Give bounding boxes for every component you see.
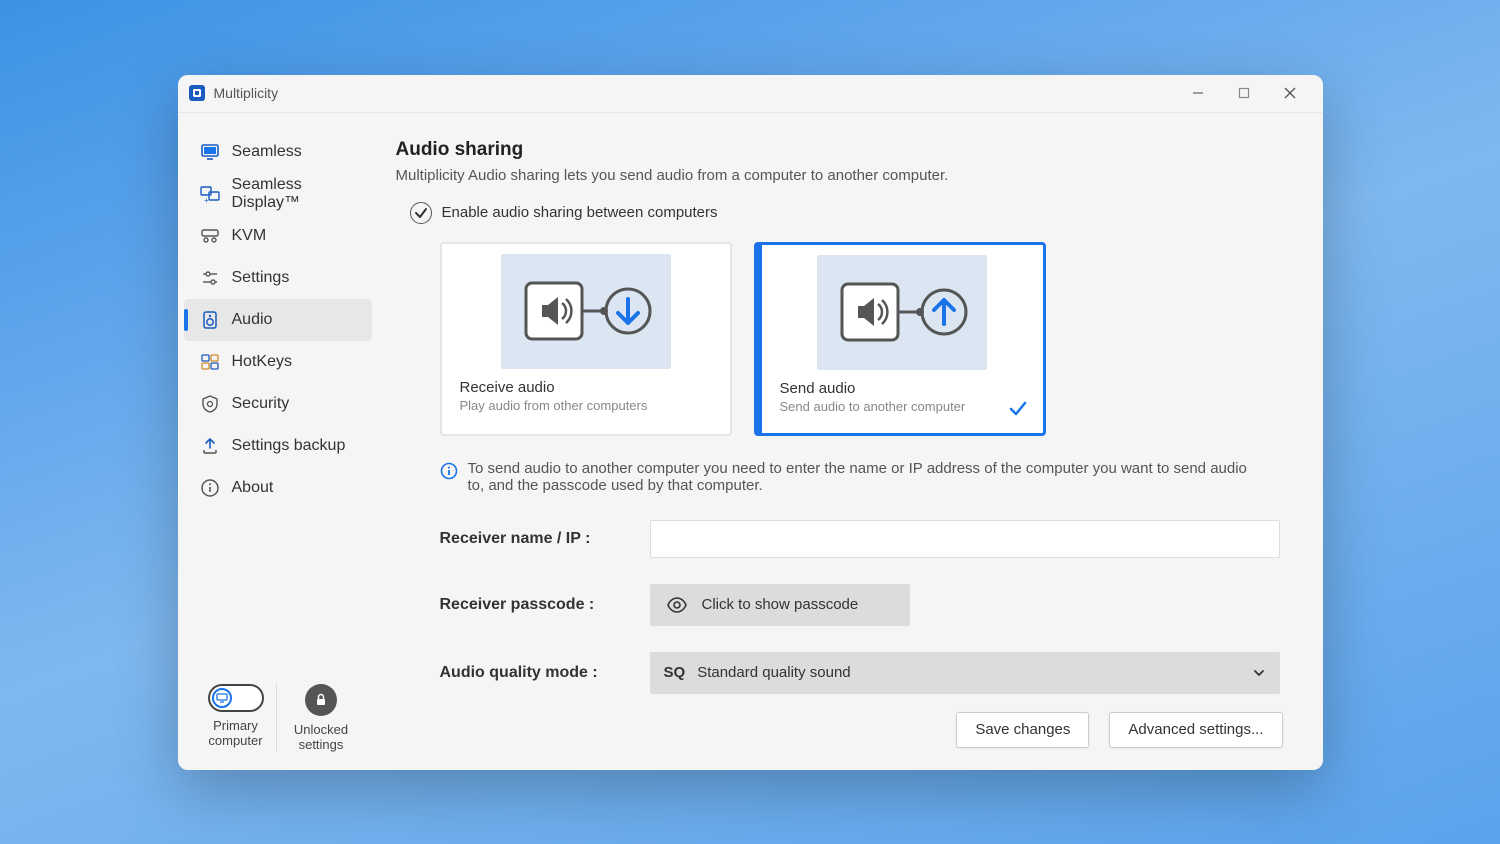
enable-audio-sharing-row[interactable]: Enable audio sharing between computers: [410, 202, 1283, 224]
sidebar-item-about[interactable]: About: [178, 467, 378, 509]
app-window: Multiplicity Seamless + Seamless Display…: [178, 75, 1323, 770]
info-text-row: To send audio to another computer you ne…: [440, 460, 1250, 494]
sidebar-item-seamless-display[interactable]: + Seamless Display™: [178, 173, 378, 215]
card-receive-desc: Play audio from other computers: [460, 398, 730, 413]
primary-label-2: computer: [208, 733, 262, 748]
sidebar-item-label: Settings backup: [232, 437, 346, 455]
main-panel: Audio sharing Multiplicity Audio sharing…: [378, 113, 1323, 770]
primary-computer-toggle[interactable]: [208, 684, 264, 712]
sidebar-item-settings[interactable]: Settings: [178, 257, 378, 299]
lock-icon: [313, 692, 329, 708]
app-icon: [188, 84, 206, 102]
minimize-button[interactable]: [1175, 75, 1221, 113]
check-icon: [1007, 397, 1029, 419]
card-receive-audio[interactable]: Receive audio Play audio from other comp…: [440, 242, 732, 436]
show-passcode-label: Click to show passcode: [702, 596, 859, 613]
enable-audio-sharing-label: Enable audio sharing between computers: [442, 204, 718, 221]
maximize-button[interactable]: [1221, 75, 1267, 113]
sidebar-bottom: Primary computer Unlocked settings: [178, 670, 378, 770]
info-icon: [440, 462, 458, 494]
sidebar: Seamless + Seamless Display™ KVM Setting…: [178, 113, 378, 770]
sidebar-item-audio[interactable]: Audio: [184, 299, 372, 341]
checkbox-checked-icon: [410, 202, 432, 224]
unlocked-label-2: settings: [299, 737, 344, 752]
sidebar-item-settings-backup[interactable]: Settings backup: [178, 425, 378, 467]
sidebar-item-kvm[interactable]: KVM: [178, 215, 378, 257]
card-send-title: Send audio: [780, 380, 1043, 397]
speaker-icon: [200, 310, 220, 330]
kvm-icon: [200, 226, 220, 246]
monitor-knob-icon: [212, 688, 232, 708]
info-text: To send audio to another computer you ne…: [468, 460, 1250, 494]
audio-quality-label: Audio quality mode :: [440, 664, 650, 682]
keyboard-icon: [200, 352, 220, 372]
svg-text:+: +: [204, 196, 209, 204]
sidebar-item-security[interactable]: Security: [178, 383, 378, 425]
send-audio-illustration: [817, 255, 987, 370]
monitor-icon: [200, 142, 220, 162]
quality-prefix: SQ: [664, 664, 686, 681]
eye-icon: [666, 594, 688, 616]
page-title: Audio sharing: [396, 139, 1283, 161]
receiver-name-input[interactable]: [650, 520, 1280, 558]
save-button[interactable]: Save changes: [956, 712, 1089, 748]
sidebar-item-label: Settings: [232, 269, 290, 287]
window-title: Multiplicity: [214, 85, 279, 101]
card-send-desc: Send audio to another computer: [780, 399, 1043, 414]
sidebar-item-hotkeys[interactable]: HotKeys: [178, 341, 378, 383]
show-passcode-button[interactable]: Click to show passcode: [650, 584, 910, 626]
sidebar-item-label: Audio: [232, 311, 273, 329]
receiver-passcode-label: Receiver passcode :: [440, 596, 650, 614]
receive-audio-illustration: [501, 254, 671, 369]
displays-icon: +: [200, 184, 220, 204]
shield-icon: [200, 394, 220, 414]
info-icon: [200, 478, 220, 498]
sidebar-item-label: Security: [232, 395, 290, 413]
quality-value: Standard quality sound: [697, 664, 850, 681]
upload-icon: [200, 436, 220, 456]
audio-quality-select[interactable]: SQ Standard quality sound: [650, 652, 1280, 694]
sliders-icon: [200, 268, 220, 288]
sidebar-item-label: About: [232, 479, 274, 497]
unlocked-label-1: Unlocked: [294, 722, 348, 737]
card-receive-title: Receive audio: [460, 379, 730, 396]
primary-label-1: Primary: [213, 718, 258, 733]
sidebar-item-label: KVM: [232, 227, 267, 245]
advanced-settings-button[interactable]: Advanced settings...: [1109, 712, 1282, 748]
card-send-audio[interactable]: Send audio Send audio to another compute…: [754, 242, 1046, 436]
receiver-name-label: Receiver name / IP :: [440, 530, 650, 548]
titlebar: Multiplicity: [178, 75, 1323, 113]
chevron-down-icon: [1252, 666, 1266, 680]
close-button[interactable]: [1267, 75, 1313, 113]
sidebar-item-label: Seamless Display™: [232, 176, 364, 212]
sidebar-item-label: HotKeys: [232, 353, 292, 371]
sidebar-item-label: Seamless: [232, 143, 302, 161]
page-subtitle: Multiplicity Audio sharing lets you send…: [396, 167, 1283, 184]
sidebar-item-seamless[interactable]: Seamless: [178, 131, 378, 173]
lock-settings-button[interactable]: [305, 684, 337, 716]
